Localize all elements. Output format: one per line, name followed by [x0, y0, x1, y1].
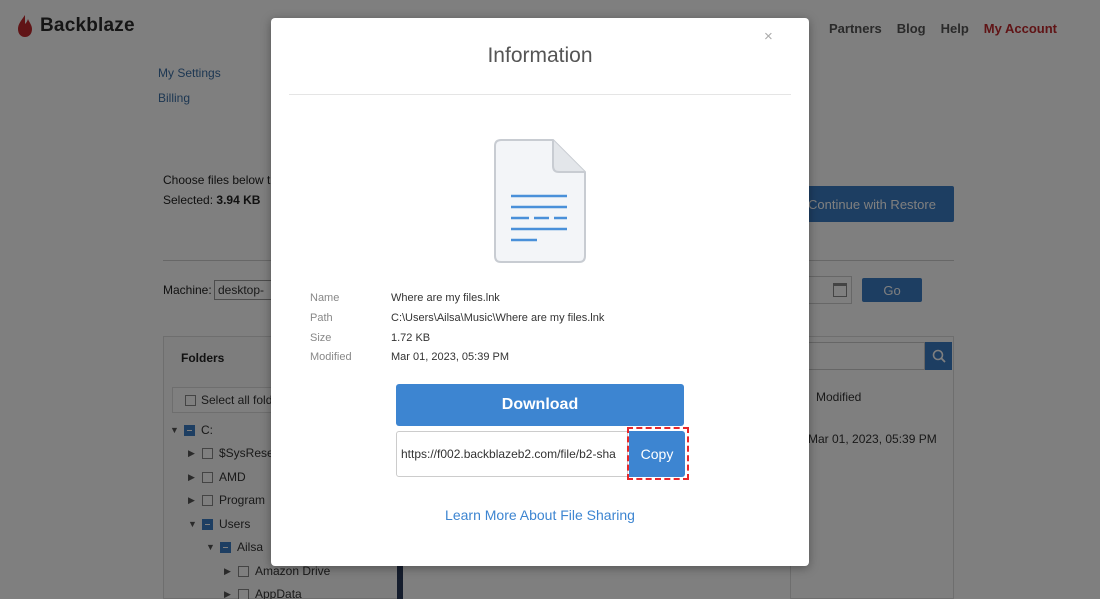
field-value-path: C:\Users\Ailsa\Music\Where are my files.…	[391, 312, 605, 324]
field-label-size: Size	[310, 332, 332, 344]
dialog-divider	[289, 94, 791, 95]
field-value-size: 1.72 KB	[391, 332, 431, 344]
close-icon[interactable]: ×	[764, 28, 773, 45]
field-label-name: Name	[310, 292, 340, 304]
copy-button[interactable]: Copy	[629, 431, 685, 477]
learn-more-link[interactable]: Learn More About File Sharing	[271, 507, 809, 523]
field-value-modified: Mar 01, 2023, 05:39 PM	[391, 351, 510, 363]
field-label-modified: Modified	[310, 351, 352, 363]
dialog-title: Information	[487, 44, 593, 67]
document-icon	[494, 139, 586, 263]
information-dialog: Information × Name Where are my files.ln…	[271, 18, 809, 566]
download-button[interactable]: Download	[396, 384, 684, 426]
share-link-field[interactable]: https://f002.backblazeb2.com/file/b2-sha	[396, 431, 628, 477]
field-label-path: Path	[310, 312, 333, 324]
field-value-name: Where are my files.lnk	[391, 292, 500, 304]
